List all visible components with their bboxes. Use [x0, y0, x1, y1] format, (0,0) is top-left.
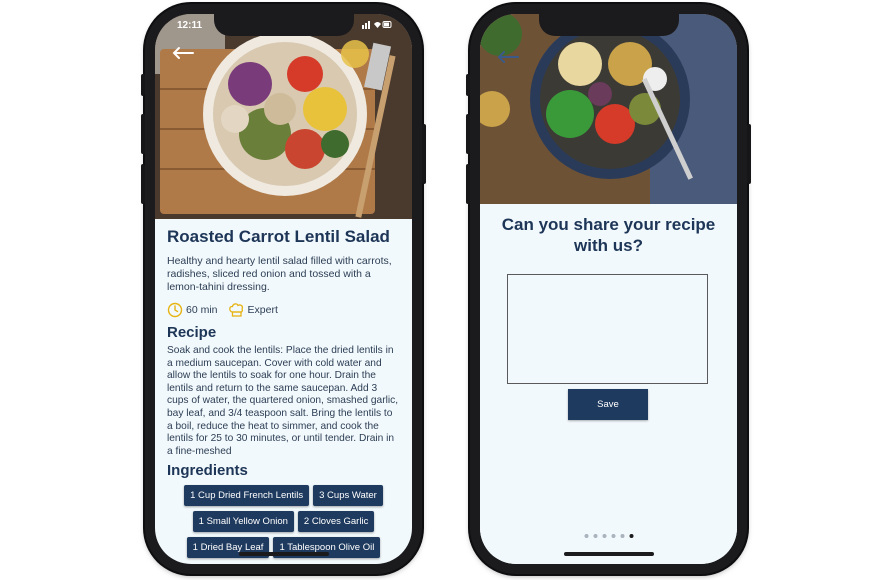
back-arrow-icon[interactable]	[496, 50, 520, 64]
ingredient-chip[interactable]: 3 Cups Water	[313, 485, 383, 506]
difficulty: Expert	[228, 302, 278, 318]
clock-icon	[167, 302, 183, 318]
status-icons	[362, 21, 392, 29]
back-arrow-icon[interactable]	[171, 46, 195, 60]
screen-share-recipe: Can you share your recipe with us? Save	[480, 14, 737, 564]
volume-up-button	[466, 114, 470, 154]
save-button[interactable]: Save	[568, 389, 648, 420]
prep-time: 60 min	[167, 302, 218, 318]
recipe-description: Healthy and hearty lentil salad filled w…	[167, 255, 392, 293]
recipe-title: Roasted Carrot Lentil Salad	[167, 227, 390, 246]
recipe-heading: Recipe	[167, 324, 217, 341]
share-recipe-content: Can you share your recipe with us? Save	[480, 204, 737, 564]
volume-up-button	[141, 114, 145, 154]
difficulty-label: Expert	[247, 304, 278, 316]
status-time: 12:11	[177, 20, 203, 31]
recipe-instructions[interactable]: Soak and cook the lentils: Place the dri…	[167, 345, 400, 458]
page-dot-active[interactable]	[629, 534, 633, 538]
mute-switch	[466, 74, 470, 96]
recipe-meta: 60 min Expert	[167, 302, 400, 318]
recipe-input[interactable]	[507, 274, 708, 384]
ingredient-chip[interactable]: 1 Small Yellow Onion	[192, 511, 294, 532]
page-dot[interactable]	[611, 534, 615, 538]
page-dot[interactable]	[593, 534, 597, 538]
recipe-detail-content: Roasted Carrot Lentil Salad Healthy and …	[155, 219, 412, 564]
power-button	[747, 124, 751, 184]
volume-down-button	[141, 164, 145, 204]
home-indicator[interactable]	[563, 552, 654, 556]
page-dot[interactable]	[620, 534, 624, 538]
mute-switch	[141, 74, 145, 96]
phone-frame-left: 12:11 Roasted Carrot Lentil Salad Health…	[141, 4, 426, 574]
page-dot[interactable]	[584, 534, 588, 538]
home-indicator[interactable]	[238, 552, 329, 556]
ingredients-heading: Ingredients	[167, 462, 248, 479]
page-indicator[interactable]	[584, 534, 633, 538]
salad-hero-image	[155, 14, 412, 219]
ingredient-chip[interactable]: 2 Cloves Garlic	[297, 511, 375, 532]
notch	[213, 14, 354, 36]
screen-recipe-detail: 12:11 Roasted Carrot Lentil Salad Health…	[155, 14, 412, 564]
volume-down-button	[466, 164, 470, 204]
power-button	[422, 124, 426, 184]
chef-hat-icon	[228, 303, 243, 317]
share-question: Can you share your recipe with us?	[501, 215, 716, 255]
ingredient-chip[interactable]: 1 Cup Dried French Lentils	[184, 485, 310, 506]
prep-time-label: 60 min	[186, 304, 218, 316]
ingredients-list: 1 Cup Dried French Lentils 3 Cups Water …	[167, 485, 400, 558]
bowl-hero-image	[480, 14, 737, 204]
notch	[538, 14, 679, 36]
page-dot[interactable]	[602, 534, 606, 538]
phone-frame-right: Can you share your recipe with us? Save	[466, 4, 751, 574]
